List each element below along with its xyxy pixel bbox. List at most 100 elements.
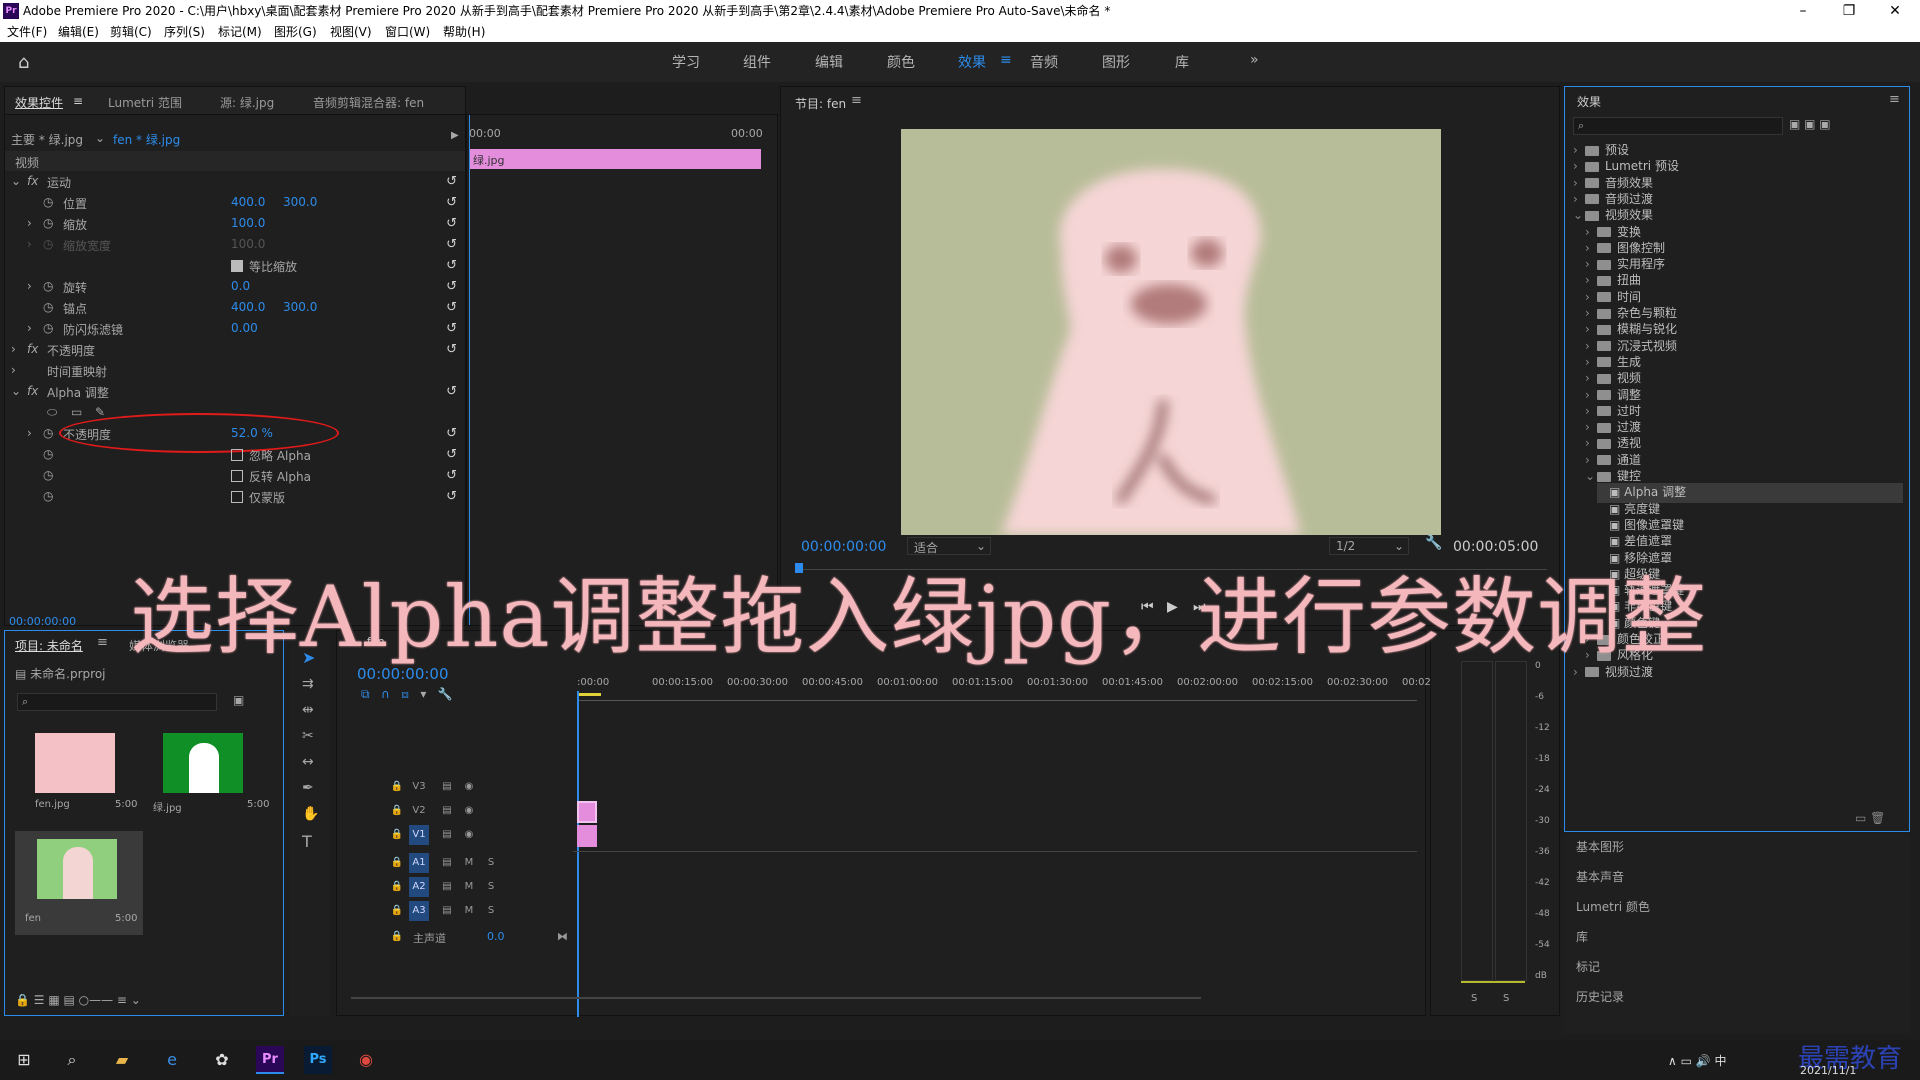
tab-effect-controls[interactable]: 效果控件 (15, 94, 63, 111)
project-search-input[interactable]: ⌕ (17, 693, 217, 711)
slip-tool-icon[interactable]: ↔ (302, 754, 314, 770)
timeline-scrollbar[interactable] (351, 997, 1201, 999)
menu-clip[interactable]: 剪辑(C) (110, 22, 152, 42)
lock-icon[interactable]: 🔒 (387, 901, 407, 921)
track-label[interactable]: V2 (409, 801, 429, 821)
workspace-menu-icon[interactable]: ≡ (1000, 52, 1012, 68)
sync-icon[interactable]: ▤ (437, 877, 457, 897)
menu-window[interactable]: 窗口(W) (385, 22, 430, 42)
panel-menu-icon[interactable]: ≡ (97, 635, 108, 650)
position-row[interactable]: ◷ 位置 400.0 300.0 ↺ (5, 192, 465, 212)
eye-icon[interactable]: ◉ (459, 801, 479, 821)
lock-icon[interactable]: 🔒 (387, 927, 407, 947)
sync-icon[interactable]: ▤ (437, 825, 457, 845)
lock-icon[interactable]: 🔒 (387, 801, 407, 821)
wrench-icon[interactable]: 🔧 (1425, 535, 1442, 551)
lock-icon[interactable]: 🔒 (387, 777, 407, 797)
ignore-alpha-row[interactable]: ◷ 忽略 Alpha ↺ (5, 444, 465, 464)
project-item-green-jpg[interactable]: 绿.jpg 5:00 (143, 727, 269, 823)
type-tool-icon[interactable]: T (302, 832, 312, 851)
master-end-icon[interactable]: ⧓ (557, 930, 568, 943)
chrome-icon[interactable]: ◉ (352, 1046, 380, 1074)
pen-mask-icon[interactable]: ✎ (95, 405, 105, 419)
timeline-ruler[interactable]: :00:00 00:00:15:00 00:00:30:00 00:00:45:00 0… (577, 677, 1450, 697)
tray-icons[interactable]: ∧ ▭ 🔊 中 (1668, 1052, 1727, 1069)
maximize-button[interactable]: ❐ (1826, 0, 1872, 22)
workspace-editing[interactable]: 编辑 (815, 52, 843, 72)
mute-button[interactable]: M (459, 901, 479, 921)
alpha-adjust-effect-row[interactable]: ⌄ fx Alpha 调整 ↺ (5, 381, 465, 401)
panel-menu-icon[interactable]: ≡ (1889, 92, 1900, 107)
track-label[interactable]: V3 (409, 777, 429, 797)
lock-icon[interactable]: 🔒 (387, 853, 407, 873)
program-title[interactable]: 节目: fen (795, 95, 846, 112)
rectangle-mask-icon[interactable]: ▭ (71, 405, 82, 419)
workspace-audio[interactable]: 音频 (1030, 52, 1058, 72)
menu-file[interactable]: 文件(F) (7, 22, 47, 42)
sequence-clip-label[interactable]: fen * 绿.jpg (113, 131, 180, 148)
close-button[interactable]: ✕ (1872, 0, 1918, 22)
project-footer-tools[interactable]: 🔒 ☰ ▦ ▤ ○—— ≡ ⌄ (15, 993, 275, 1007)
clip-v1[interactable] (577, 825, 597, 847)
workspace-graphics[interactable]: 图形 (1102, 52, 1130, 72)
new-bin-icon[interactable]: ▭ 🗑 (1855, 811, 1885, 825)
tab-audio-clip-mixer[interactable]: 音频剪辑混合器: fen (313, 94, 424, 111)
menu-sequence[interactable]: 序列(S) (164, 22, 205, 42)
mute-button[interactable]: M (459, 853, 479, 873)
essential-graphics-panel[interactable]: 基本图形 (1576, 838, 1624, 855)
lock-icon[interactable]: 🔒 (387, 825, 407, 845)
tab-source[interactable]: 源: 绿.jpg (220, 94, 274, 111)
file-explorer-icon[interactable]: ▰ (108, 1046, 136, 1074)
solo-button[interactable]: S (481, 877, 501, 897)
project-item-fen-jpg[interactable]: fen.jpg 5:00 (15, 727, 137, 823)
windows-start-icon[interactable]: ⊞ (10, 1046, 38, 1074)
ec-clip-bar[interactable]: 绿.jpg (469, 149, 761, 169)
menu-graphics[interactable]: 图形(G) (274, 22, 317, 42)
work-area-bar[interactable] (577, 693, 601, 696)
markers-panel[interactable]: 标记 (1576, 958, 1600, 975)
menu-help[interactable]: 帮助(H) (443, 22, 485, 42)
minimize-button[interactable]: – (1780, 0, 1826, 22)
edge-icon[interactable]: e (158, 1046, 186, 1074)
sync-icon[interactable]: ▤ (437, 801, 457, 821)
workspace-more-button[interactable]: » (1250, 52, 1259, 68)
clip-v2[interactable] (577, 801, 597, 823)
track-label[interactable]: A3 (409, 901, 429, 921)
sync-icon[interactable]: ▤ (437, 777, 457, 797)
timeline-tools[interactable]: ⧉ ∩ ⧈ ▾ 🔧 (361, 687, 453, 702)
panel-menu-icon[interactable]: ≡ (851, 93, 862, 108)
pen-tool-icon[interactable]: ✒ (302, 780, 314, 796)
menu-marker[interactable]: 标记(M) (218, 22, 262, 42)
lumetri-color-panel[interactable]: Lumetri 颜色 (1576, 898, 1650, 915)
razor-tool-icon[interactable]: ✂ (302, 728, 314, 744)
effects-filter-icons[interactable]: ▣ ▣ ▣ (1789, 117, 1889, 131)
track-label[interactable]: A1 (409, 853, 429, 873)
anchor-row[interactable]: ◷ 锚点 400.0 300.0 ↺ (5, 297, 465, 317)
ec-playhead[interactable] (469, 115, 470, 625)
invert-alpha-row[interactable]: ◷ 反转 Alpha ↺ (5, 465, 465, 485)
mask-only-row[interactable]: ◷ 仅蒙版 ↺ (5, 486, 465, 506)
essential-sound-panel[interactable]: 基本声音 (1576, 868, 1624, 885)
workspace-libraries[interactable]: 库 (1175, 52, 1189, 72)
solo-left-button[interactable]: S (1471, 993, 1477, 1004)
antiflicker-row[interactable]: › ◷ 防闪烁滤镜 0.00 ↺ (5, 318, 465, 338)
opacity-effect-row[interactable]: › fx 不透明度 ↺ (5, 339, 465, 359)
track-label[interactable]: V1 (409, 825, 429, 845)
hand-tool-icon[interactable]: ✋ (302, 806, 319, 822)
effects-search-input[interactable]: ⌕ (1573, 117, 1783, 135)
project-item-fen-sequence[interactable]: fen 5:00 (15, 831, 143, 935)
track-label[interactable]: A2 (409, 877, 429, 897)
search-icon[interactable]: ⌕ (58, 1046, 86, 1074)
ec-timecode[interactable]: 00:00:00:00 (9, 615, 76, 628)
track-select-tool-icon[interactable]: ⇉ (302, 676, 314, 692)
photoshop-taskbar-icon[interactable]: Ps (304, 1046, 332, 1074)
scale-row[interactable]: › ◷ 缩放 100.0 ↺ (5, 213, 465, 233)
eye-icon[interactable]: ◉ (459, 777, 479, 797)
master-value[interactable]: 0.0 (487, 930, 505, 943)
workspace-effects[interactable]: 效果 (958, 52, 986, 72)
libraries-panel[interactable]: 库 (1576, 928, 1588, 945)
tab-lumetri-scopes[interactable]: Lumetri 范围 (108, 94, 182, 111)
menu-view[interactable]: 视图(V) (330, 22, 372, 42)
mute-button[interactable]: M (459, 877, 479, 897)
app-icon[interactable]: ✿ (208, 1046, 236, 1074)
